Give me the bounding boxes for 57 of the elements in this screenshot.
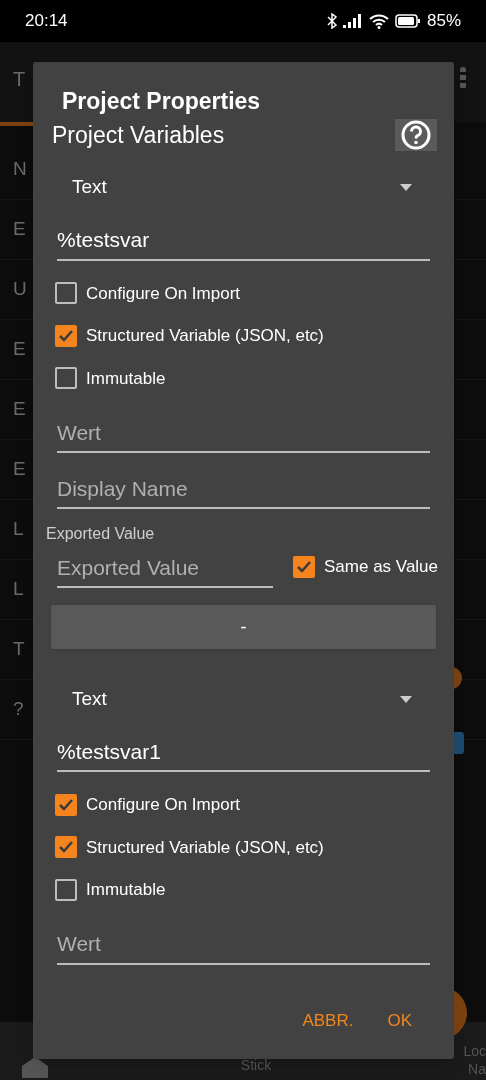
type-dropdown[interactable]: Text bbox=[33, 682, 454, 716]
app-title: T bbox=[13, 67, 26, 92]
exported-value-field[interactable]: Exported Value bbox=[57, 552, 273, 588]
value-field[interactable]: Wert bbox=[57, 417, 430, 453]
checkbox-label: Configure On Import bbox=[86, 794, 240, 816]
section-title: Project Variables bbox=[52, 121, 225, 150]
nav-label[interactable]: Na bbox=[468, 1060, 486, 1078]
home-icon[interactable] bbox=[20, 1056, 50, 1078]
list-item-label: T bbox=[13, 637, 25, 662]
remove-button[interactable]: - bbox=[51, 605, 436, 649]
checkbox[interactable] bbox=[55, 878, 77, 901]
variable-name-field[interactable]: %testsvar1 bbox=[57, 736, 430, 772]
field-label: Exported Value bbox=[45, 524, 156, 544]
more-icon[interactable] bbox=[460, 67, 466, 89]
wifi-icon bbox=[368, 13, 389, 29]
list-item-label: L bbox=[13, 577, 24, 602]
help-icon bbox=[401, 120, 431, 151]
value-field[interactable]: Wert bbox=[57, 928, 430, 965]
nav-label[interactable]: Loc bbox=[463, 1042, 486, 1060]
dropdown-arrow-icon bbox=[400, 695, 412, 703]
list-item-label: E bbox=[13, 337, 26, 362]
checkbox-label: Immutable bbox=[86, 367, 166, 390]
checkbox[interactable] bbox=[293, 555, 315, 578]
checkmark-icon bbox=[296, 559, 312, 574]
dialog-button[interactable]: OK bbox=[387, 1007, 412, 1033]
clock: 20:14 bbox=[25, 10, 68, 33]
checkbox-label: Same as Value bbox=[324, 556, 439, 578]
checkbox-label: Structured Variable (JSON, etc) bbox=[86, 325, 324, 347]
dropdown-arrow-icon bbox=[400, 184, 412, 191]
dialog-title: Project Properties bbox=[61, 87, 262, 116]
checkbox-label: Configure On Import bbox=[86, 282, 240, 305]
battery-icon bbox=[394, 14, 421, 28]
list-item-label: E bbox=[13, 457, 26, 482]
checkbox[interactable] bbox=[55, 282, 77, 305]
checkbox-label: Immutable bbox=[86, 879, 166, 901]
variable-name-field[interactable]: %testsvar bbox=[57, 224, 430, 261]
battery-percentage: 85% bbox=[426, 10, 461, 33]
checkbox[interactable] bbox=[55, 793, 77, 816]
checkmark-icon bbox=[58, 797, 74, 812]
type-dropdown[interactable]: Text bbox=[33, 170, 454, 205]
bluetooth-icon bbox=[326, 13, 337, 29]
signal-icon bbox=[342, 14, 363, 28]
list-item-label: U bbox=[13, 277, 27, 302]
checkbox-label: Structured Variable (JSON, etc) bbox=[86, 836, 324, 859]
list-item-label: E bbox=[13, 217, 26, 242]
list-item-label: N bbox=[13, 157, 27, 182]
checkbox[interactable] bbox=[55, 324, 77, 347]
list-item-label: L bbox=[13, 517, 24, 542]
list-item-label: ? bbox=[13, 697, 24, 722]
checkbox[interactable] bbox=[55, 367, 77, 390]
dialog-button[interactable]: ABBR. bbox=[302, 1007, 354, 1033]
checkmark-icon bbox=[58, 328, 74, 343]
list-item-label: E bbox=[13, 397, 26, 422]
checkbox[interactable] bbox=[55, 836, 77, 859]
checkmark-icon bbox=[58, 840, 74, 855]
display-name-field[interactable]: Display Name bbox=[57, 473, 430, 509]
help-button[interactable] bbox=[395, 119, 437, 152]
